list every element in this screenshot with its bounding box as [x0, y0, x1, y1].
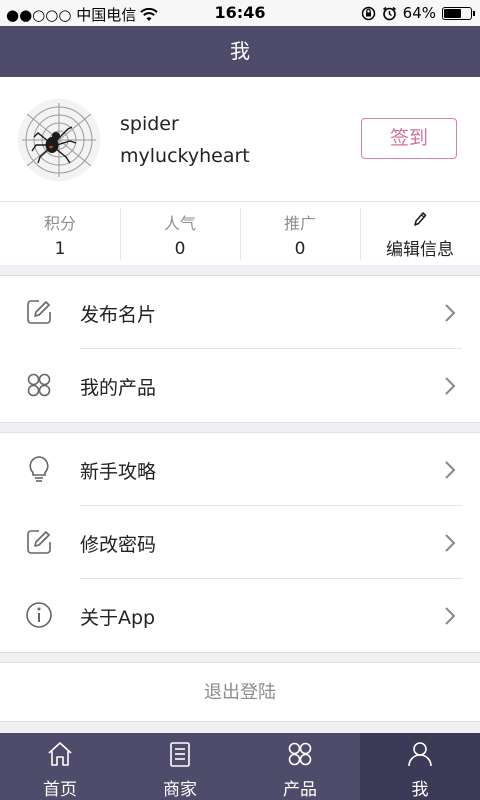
stats-bar: 积分 1 人气 0 推广 0 编辑信息 — [0, 201, 480, 265]
page-title: 我 — [230, 39, 250, 63]
menu-item-label: 我的产品 — [80, 377, 157, 399]
edit-info-label: 编辑信息 — [386, 240, 454, 260]
menu-item-label: 发布名片 — [80, 304, 157, 326]
lightbulb-icon — [29, 456, 49, 482]
avatar[interactable] — [18, 99, 100, 181]
menu-group-2: 新手攻略 修改密码 关于App — [0, 432, 480, 653]
stat-value: 1 — [54, 239, 66, 259]
tab-label: 我 — [411, 780, 429, 800]
tab-label: 首页 — [43, 780, 77, 800]
nav-bar: 我 — [0, 26, 480, 77]
chevron-right-icon — [445, 534, 456, 552]
stat-promotion[interactable]: 推广 0 — [240, 202, 360, 265]
home-icon — [48, 742, 72, 766]
chevron-right-icon — [445, 461, 456, 479]
status-bar: ●●○○○ 中国电信 16:46 64% — [0, 0, 480, 26]
stat-label: 推广 — [283, 214, 316, 233]
stat-points[interactable]: 积分 1 — [0, 202, 120, 265]
tab-me[interactable]: 我 — [360, 733, 480, 800]
stat-value: 0 — [174, 239, 186, 259]
tab-products[interactable]: 产品 — [240, 733, 360, 800]
info-icon — [26, 602, 52, 628]
tab-bar: 首页 商家 产品 我 — [0, 733, 480, 800]
edit-icon — [27, 300, 51, 324]
list-icon — [170, 742, 190, 767]
tab-label: 商家 — [163, 780, 197, 800]
four-circles-icon — [288, 742, 312, 766]
battery-percent: 64% — [402, 4, 436, 22]
user-name: spider — [120, 113, 179, 135]
menu-item-label: 修改密码 — [80, 534, 157, 556]
menu-item-beginner-guide[interactable]: 新手攻略 — [0, 433, 480, 506]
person-icon — [408, 742, 432, 767]
battery-icon — [442, 6, 475, 20]
chevron-right-icon — [445, 304, 456, 322]
user-subtitle: myluckyheart — [120, 145, 250, 167]
alarm-icon — [382, 6, 396, 20]
battery-fill — [444, 8, 461, 18]
edit-icon — [27, 530, 51, 554]
stat-value: 0 — [294, 239, 306, 259]
menu-item-label: 新手攻略 — [80, 461, 157, 483]
menu-item-change-password[interactable]: 修改密码 — [0, 506, 480, 579]
sign-in-button[interactable]: 签到 — [361, 118, 457, 159]
rotation-lock-icon — [361, 6, 375, 20]
menu-item-my-products[interactable]: 我的产品 — [0, 349, 480, 422]
spider-web-avatar-image — [18, 99, 100, 181]
pencil-icon — [414, 212, 427, 226]
stat-label: 积分 — [43, 214, 76, 233]
menu-item-publish-card[interactable]: 发布名片 — [0, 276, 480, 349]
logout-button[interactable]: 退出登陆 — [0, 662, 480, 722]
chevron-right-icon — [445, 607, 456, 625]
tab-home[interactable]: 首页 — [0, 733, 120, 800]
tab-label: 产品 — [283, 780, 317, 800]
menu-item-about-app[interactable]: 关于App — [0, 579, 480, 652]
stat-label: 人气 — [163, 214, 196, 233]
chevron-right-icon — [445, 377, 456, 395]
profile-card: spider myluckyheart 签到 — [0, 77, 480, 202]
four-circles-icon — [27, 373, 51, 397]
edit-info-button[interactable]: 编辑信息 — [360, 202, 480, 265]
stat-popularity[interactable]: 人气 0 — [120, 202, 240, 265]
menu-group-1: 发布名片 我的产品 — [0, 275, 480, 423]
menu-item-label: 关于App — [80, 607, 156, 629]
tab-merchants[interactable]: 商家 — [120, 733, 240, 800]
status-right: 64% — [361, 4, 475, 22]
